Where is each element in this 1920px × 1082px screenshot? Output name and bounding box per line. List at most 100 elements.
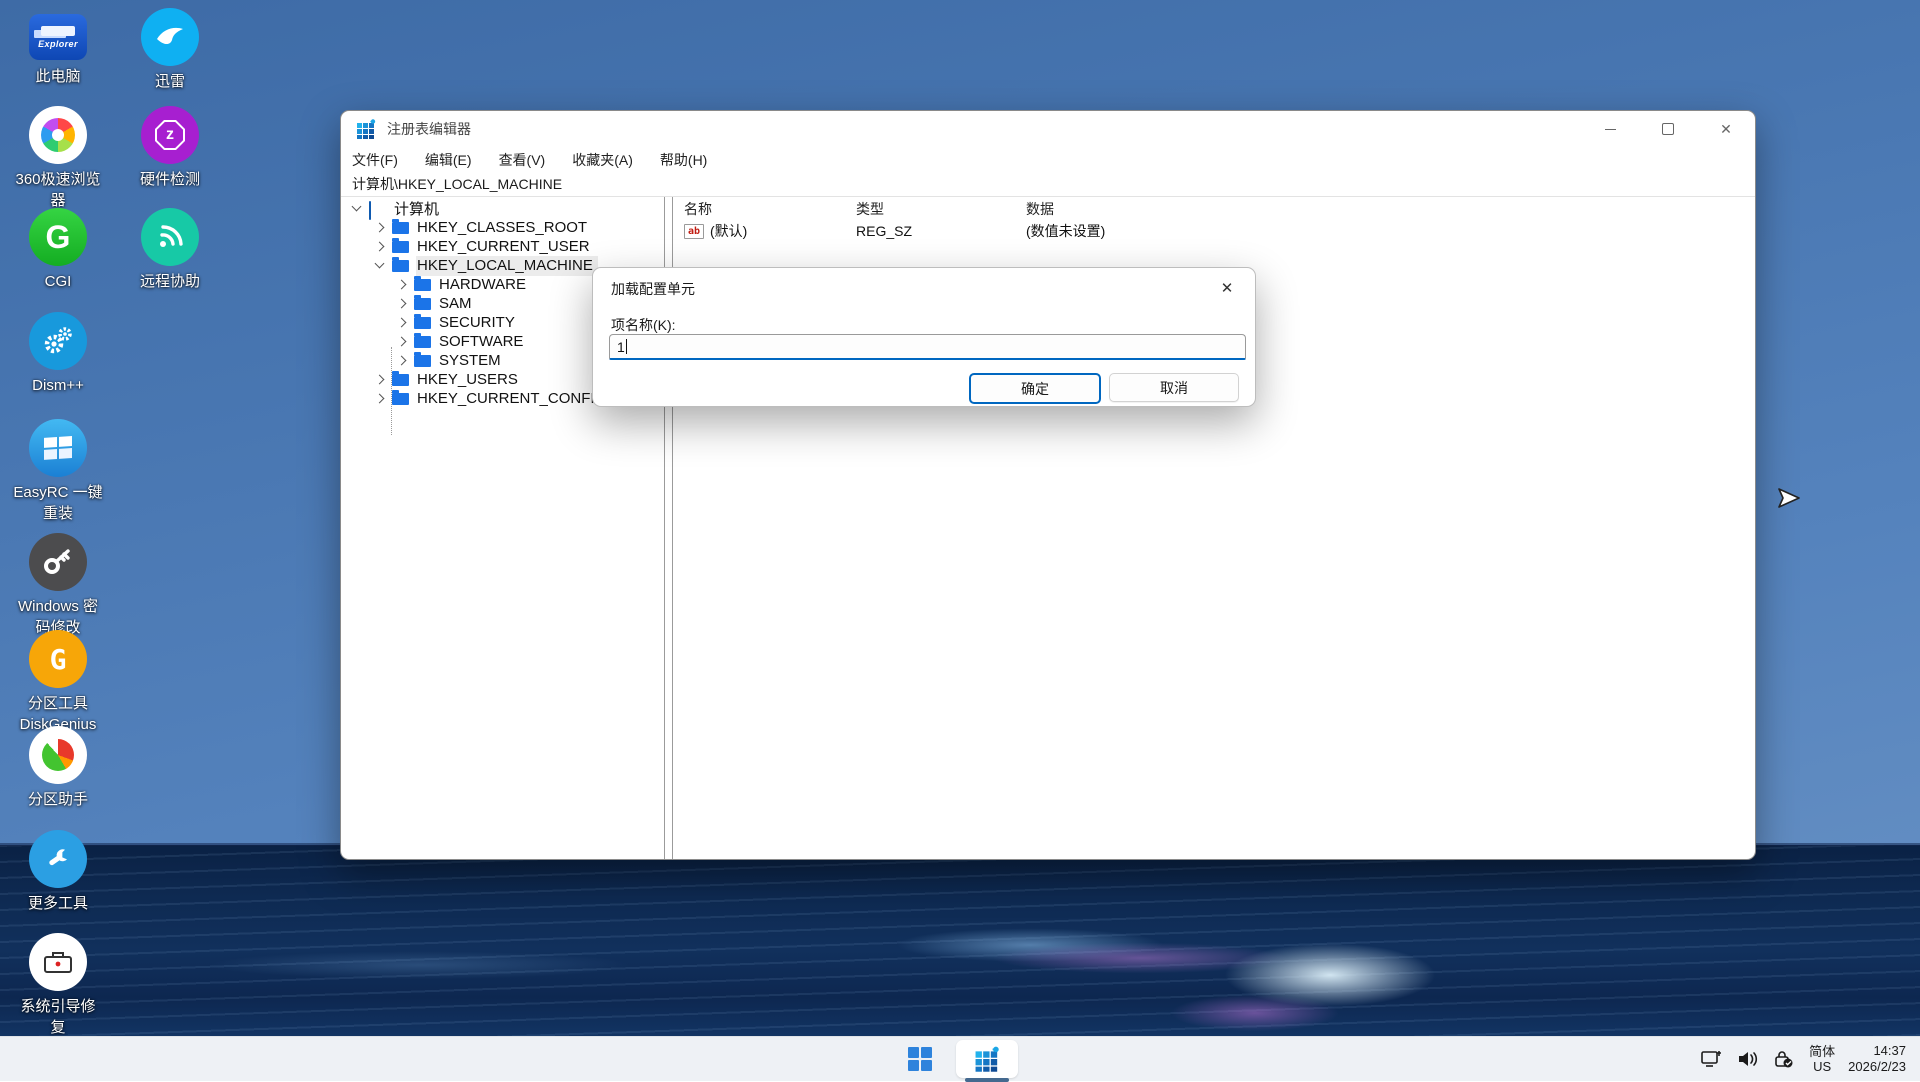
chevron-right-icon[interactable] [372,239,388,255]
menu-view[interactable]: 查看(V) [499,150,546,170]
clock-time: 14:37 [1848,1043,1906,1059]
toolbox-icon [42,948,74,976]
menu-file[interactable]: 文件(F) [352,150,398,170]
key-icon [29,533,87,591]
z-glyph: z [166,126,174,144]
desktop-icon-label: 分区助手 [0,789,116,810]
folder-icon [414,355,431,367]
menu-help[interactable]: 帮助(H) [660,150,707,170]
desktop-icon-xunlei[interactable]: 迅雷 [112,8,228,92]
input-method-indicator[interactable]: 简体 US [1809,1044,1835,1074]
bird-icon [154,23,186,51]
ime-language: 简体 [1809,1044,1835,1059]
column-header-data[interactable]: 数据 [1026,199,1755,219]
wrench-icon [29,830,87,888]
octagon-shape: z [155,120,185,150]
network-icon[interactable] [1700,1049,1724,1069]
desktop-icon-easyrc[interactable]: EasyRC 一键 重装 [0,419,116,524]
chevron-right-icon[interactable] [394,277,410,293]
pie-icon [29,726,87,784]
tree-item-computer[interactable]: 计算机 [341,199,664,218]
cgi-icon: G [29,208,87,266]
tray-icons [1700,1049,1796,1069]
chevron-right-icon[interactable] [394,334,410,350]
taskbar-app-regedit[interactable] [956,1040,1018,1078]
pie-chart-shape [42,739,74,771]
input-value: 1 [617,339,625,355]
dism-gears-icon [29,312,87,370]
desktop-icon-more-tools[interactable]: 更多工具 [0,830,116,914]
desktop-icon-dism[interactable]: Dism++ [0,312,116,396]
column-header-name[interactable]: 名称 [673,199,856,219]
chevron-right-icon[interactable] [372,391,388,407]
desktop-icon-label: 硬件检测 [112,169,228,190]
address-path: 计算机\HKEY_LOCAL_MACHINE [352,174,562,194]
desktop-icon-label: EasyRC 一键 重装 [0,482,116,524]
column-header-type[interactable]: 类型 [856,199,1026,219]
desktop-icon-this-pc[interactable]: Explorer 此电脑 [0,8,116,87]
folder-icon [414,298,431,310]
minimize-icon [1605,129,1616,130]
desktop-wallpaper: Explorer 此电脑 360极速浏览 器 G CGI Dism++ [0,0,1920,1080]
close-icon: ✕ [1720,122,1732,136]
chevron-down-icon[interactable] [372,258,388,274]
desktop-icon-label: 360极速浏览 器 [0,169,116,211]
windows-flag-icon [29,419,87,477]
desktop-icon-windows-password[interactable]: Windows 密 码修改 [0,533,116,638]
g-glyph: G [50,643,67,676]
desktop-icon-boot-repair[interactable]: 系统引导修 复 [0,933,116,1038]
folder-icon [392,241,409,253]
dialog-close-button[interactable]: ✕ [1215,276,1239,300]
cursor-arrow-icon [1776,486,1802,510]
folder-icon [392,222,409,234]
hardware-z-icon: z [141,106,199,164]
wallpaper-ocean [0,845,1920,1036]
text-caret [626,339,627,354]
key-name-input[interactable]: 1 [609,334,1246,360]
chevron-right-icon[interactable] [372,372,388,388]
ok-button[interactable]: 确定 [969,373,1101,404]
desktop-icon-remote-assist[interactable]: 远程协助 [112,208,228,292]
window-title: 注册表编辑器 [387,119,471,139]
g-glyph: G [46,219,71,256]
title-bar[interactable]: 注册表编辑器 ✕ [341,111,1755,147]
desktop-icon-partition-assistant[interactable]: 分区助手 [0,726,116,810]
taskbar-clock[interactable]: 14:37 2026/2/23 [1848,1043,1906,1075]
window-controls: ✕ [1581,111,1755,147]
folder-icon [392,374,409,386]
tree-item-hkey-classes-root[interactable]: HKEY_CLASSES_ROOT [341,218,664,237]
chevron-right-icon[interactable] [394,296,410,312]
mouse-cursor [1776,486,1802,515]
value-name: (默认) [710,221,747,241]
value-data: (数值未设置) [1026,221,1755,241]
desktop-icon-diskgenius[interactable]: G 分区工具 DiskGenius [0,630,116,735]
menu-edit[interactable]: 编辑(E) [425,150,472,170]
folder-icon [414,317,431,329]
explorer-badge-text: Explorer [38,39,78,49]
list-header: 名称 类型 数据 [673,197,1755,220]
maximize-icon [1662,123,1674,135]
360-browser-icon [29,106,87,164]
chevron-right-icon[interactable] [372,220,388,236]
dialog-title: 加载配置单元 [611,279,695,299]
desktop-icon-360-browser[interactable]: 360极速浏览 器 [0,106,116,211]
maximize-button[interactable] [1639,111,1697,147]
volume-icon[interactable] [1736,1049,1760,1069]
desktop-icon-hardware-check[interactable]: z 硬件检测 [112,106,228,190]
cancel-button[interactable]: 取消 [1109,373,1239,402]
minimize-button[interactable] [1581,111,1639,147]
menu-bar: 文件(F) 编辑(E) 查看(V) 收藏夹(A) 帮助(H) [341,147,1755,172]
value-type: REG_SZ [856,223,1026,239]
menu-favorites[interactable]: 收藏夹(A) [572,150,633,170]
tree-item-hkey-current-user[interactable]: HKEY_CURRENT_USER [341,237,664,256]
close-button[interactable]: ✕ [1697,111,1755,147]
folder-shape [41,26,75,36]
chevron-right-icon[interactable] [394,315,410,331]
chevron-down-icon[interactable] [349,201,365,217]
value-row-default[interactable]: ab (默认) REG_SZ (数值未设置) [673,220,1755,242]
address-bar[interactable]: 计算机\HKEY_LOCAL_MACHINE [341,172,1755,197]
security-lock-icon[interactable] [1772,1049,1796,1069]
chevron-right-icon[interactable] [394,353,410,369]
start-button[interactable] [898,1039,942,1079]
desktop-icon-cgi[interactable]: G CGI [0,208,116,292]
